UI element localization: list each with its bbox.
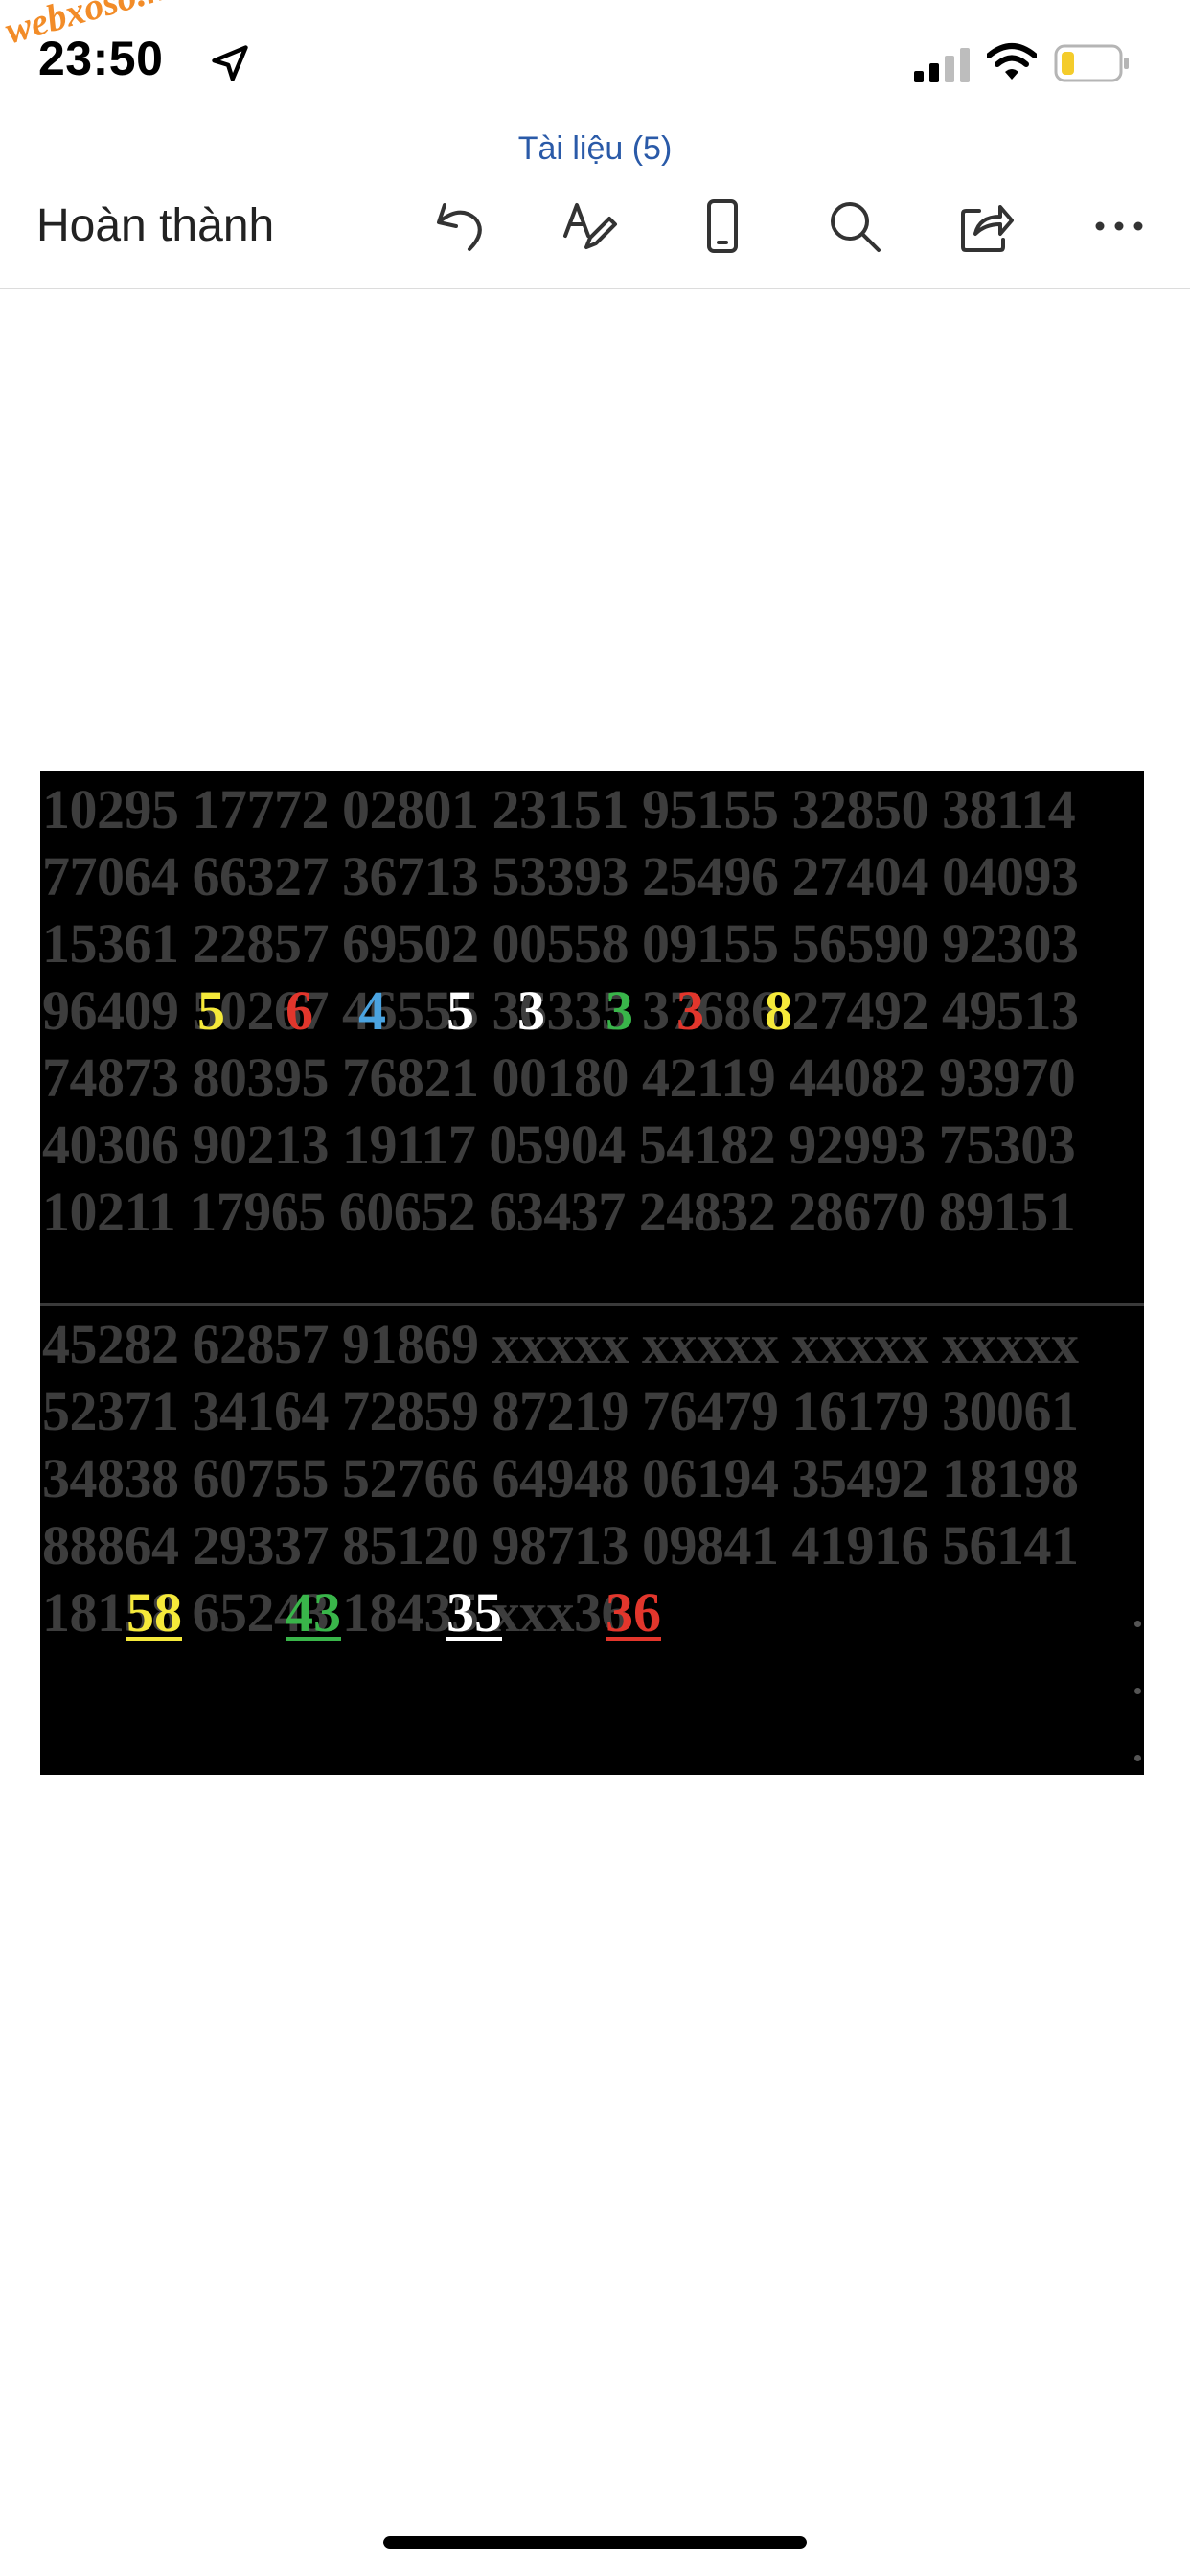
cellular-signal-icon xyxy=(914,48,970,82)
number-row: 88864 29337 85120 98713 09841 41916 5614… xyxy=(42,1514,1079,1576)
highlight-digit: 8 xyxy=(765,979,792,1042)
wifi-icon xyxy=(987,43,1037,80)
number-row: 74873 80395 76821 00180 42119 44082 9397… xyxy=(42,1046,1076,1109)
dot-marker xyxy=(1134,1621,1141,1627)
highlight-digit: 3 xyxy=(676,979,704,1042)
location-arrow-icon xyxy=(212,45,248,81)
highlight-digit: 3 xyxy=(517,979,545,1042)
status-bar: 23:50 webxoso.net xyxy=(0,0,1190,134)
highlight-digit: 5 xyxy=(446,979,474,1042)
highlight-digit: 6 xyxy=(286,979,313,1042)
battery-low-icon xyxy=(1054,44,1129,82)
document-title: Tài liệu (5) xyxy=(517,130,673,167)
highlight-pair: 36 xyxy=(606,1581,661,1644)
toolbar-divider xyxy=(0,288,1190,289)
more-button[interactable] xyxy=(1085,192,1154,261)
home-indicator[interactable] xyxy=(383,2536,807,2549)
highlight-pair: 58 xyxy=(126,1581,182,1644)
more-icon xyxy=(1095,221,1143,231)
highlight-digit: 5 xyxy=(197,979,225,1042)
undo-icon xyxy=(437,203,482,251)
search-button[interactable] xyxy=(820,192,889,261)
highlight-pair: 35 xyxy=(446,1581,502,1644)
highlight-pair: 43 xyxy=(286,1581,341,1644)
number-row: 77064 66327 36713 53393 25496 27404 0409… xyxy=(42,845,1079,908)
number-row: 34838 60755 52766 64948 06194 35492 1819… xyxy=(42,1447,1079,1509)
pen-draw-icon xyxy=(563,203,617,249)
number-row: 52371 34164 72859 87219 76479 16179 3006… xyxy=(42,1380,1079,1442)
share-button[interactable] xyxy=(952,192,1021,261)
done-button[interactable]: Hoàn thành xyxy=(36,199,274,252)
search-icon xyxy=(831,202,881,252)
undo-button[interactable] xyxy=(425,192,494,261)
highlight-digit: 4 xyxy=(358,979,386,1042)
mobile-view-icon xyxy=(707,199,738,253)
number-row: 45282 62857 91869 xxxxx xxxxx xxxxx xxxx… xyxy=(42,1313,1079,1375)
document-image: 10295 17772 02801 23151 95155 32850 3811… xyxy=(40,771,1144,1775)
mobile-view-button[interactable] xyxy=(688,192,757,261)
number-row: 15361 22857 69502 00558 09155 56590 9230… xyxy=(42,912,1079,975)
draw-button[interactable] xyxy=(556,192,625,261)
section-divider xyxy=(40,1303,1144,1306)
share-icon xyxy=(961,205,1014,252)
dot-marker xyxy=(1134,1755,1141,1761)
number-row: 10295 17772 02801 23151 95155 32850 3811… xyxy=(42,778,1076,840)
dot-marker xyxy=(1134,1688,1141,1694)
number-row: 10211 17965 60652 63437 24832 28670 8915… xyxy=(42,1181,1076,1243)
number-row: 40306 90213 19117 05904 54182 92993 7530… xyxy=(42,1114,1076,1176)
highlight-digit: 3 xyxy=(606,979,633,1042)
